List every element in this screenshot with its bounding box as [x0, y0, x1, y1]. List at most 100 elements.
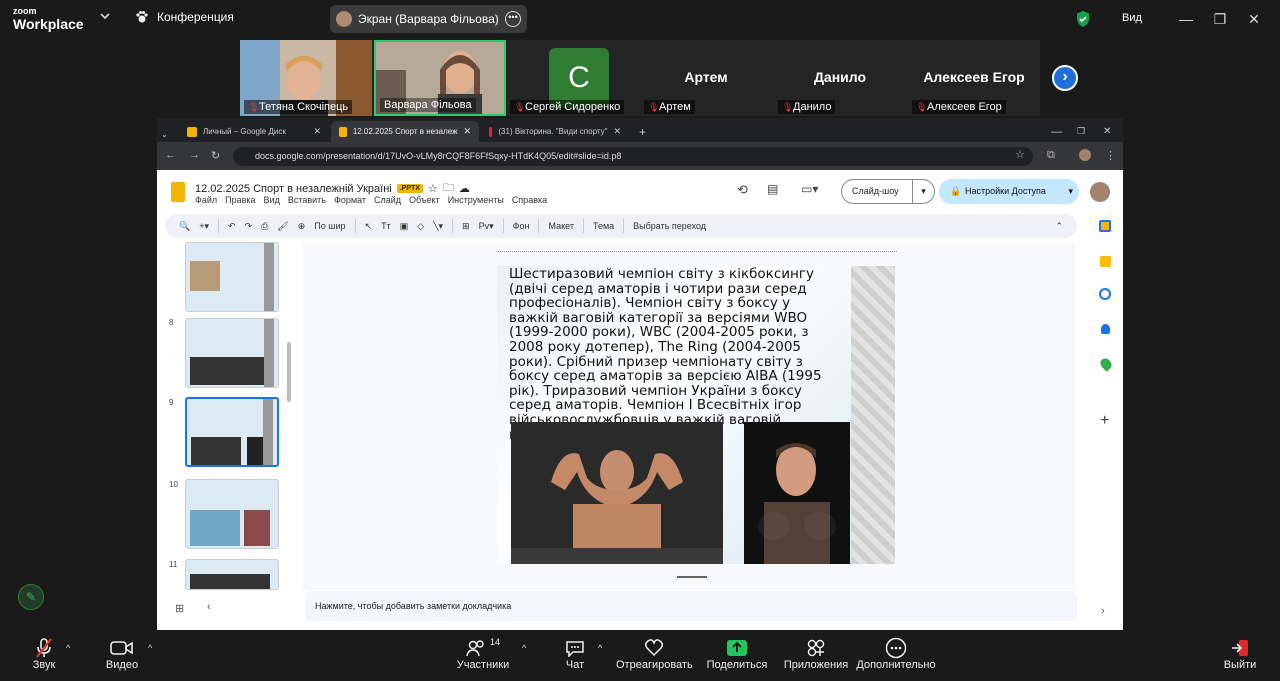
contacts-icon[interactable] — [1101, 324, 1110, 334]
slideshow-button[interactable]: Слайд-шоу ▾ — [841, 179, 935, 204]
chevron-down-icon[interactable]: ▾ — [1068, 179, 1073, 204]
tab-drive[interactable]: Личный – Google Диск ✕ — [179, 121, 329, 142]
profile-avatar[interactable] — [1079, 149, 1091, 161]
expand-side-panel-icon[interactable]: › — [1101, 605, 1105, 617]
view-button[interactable]: Вид — [1108, 12, 1142, 24]
line-icon[interactable]: ╲▾ — [433, 221, 443, 232]
chevron-up-icon[interactable]: ^ — [66, 643, 70, 653]
slide-thumbnail[interactable] — [185, 242, 279, 312]
chevron-down-icon[interactable] — [100, 12, 110, 20]
video-button[interactable]: Видео — [104, 637, 140, 671]
participant-tile[interactable]: С 🎙 Сергей Сидоренко — [506, 40, 638, 116]
back-icon[interactable]: ← — [165, 149, 176, 161]
slide-thumbnail-selected[interactable] — [185, 397, 279, 467]
filmstrip[interactable]: 8 9 10 11 — [157, 242, 297, 590]
avatar[interactable] — [1090, 182, 1110, 202]
background-button[interactable]: Фон — [513, 221, 530, 231]
menu-format[interactable]: Формат — [334, 195, 366, 205]
print-icon[interactable]: ⎙ — [261, 221, 268, 232]
textbox-icon[interactable]: Tт — [381, 221, 391, 231]
minimize-icon[interactable]: — — [1176, 9, 1196, 29]
history-icon[interactable]: ⟲ — [737, 182, 748, 198]
screen-share-indicator[interactable]: Экран (Варвара Фільова) ••• — [330, 5, 527, 33]
forward-icon[interactable]: → — [189, 149, 200, 161]
meeting-info-button[interactable]: Конференция — [135, 10, 234, 24]
comment-icon[interactable]: ▤ — [767, 182, 778, 196]
more-icon[interactable]: ••• — [505, 11, 521, 27]
chevron-up-icon[interactable]: ⌃ — [1055, 221, 1063, 232]
calendar-icon[interactable] — [1099, 220, 1111, 232]
grid-view-icon[interactable]: ⊞ — [175, 602, 184, 615]
transition-button[interactable]: Выбрать переход — [633, 221, 706, 231]
close-icon[interactable]: ✕ — [463, 126, 471, 137]
participant-tile[interactable]: Алексеев Егор 🎙 Алексеев Егор — [908, 40, 1040, 116]
chevron-up-icon[interactable]: ^ — [148, 643, 152, 653]
menu-insert[interactable]: Вставить — [288, 195, 326, 205]
close-icon[interactable]: ✕ — [1244, 9, 1264, 29]
participant-tile[interactable]: Артем 🎙 Артем — [640, 40, 772, 116]
url-input[interactable]: docs.google.com/presentation/d/17UvO-vLM… — [233, 147, 1033, 166]
menu-help[interactable]: Справка — [512, 195, 547, 205]
layout-button[interactable]: Макет — [548, 221, 573, 231]
maps-icon[interactable] — [1098, 356, 1114, 372]
menu-tools[interactable]: Инструменты — [448, 195, 504, 205]
annotate-pencil-icon[interactable]: ✎ — [18, 584, 44, 610]
close-icon[interactable]: ✕ — [313, 126, 321, 137]
minimize-icon[interactable]: — — [1043, 121, 1070, 142]
close-icon[interactable]: ✕ — [613, 126, 621, 137]
undo-icon[interactable]: ↶ — [228, 221, 236, 232]
zoom-select[interactable]: По шир — [314, 221, 345, 231]
filmstrip-scrollbar[interactable] — [287, 342, 291, 402]
extensions-icon[interactable]: ⧉ — [1047, 149, 1055, 162]
slides-logo-icon[interactable] — [171, 182, 185, 202]
audio-button[interactable]: Звук — [28, 637, 60, 671]
boxer-photo-2[interactable] — [744, 422, 850, 564]
select-icon[interactable]: ↖ — [365, 221, 373, 232]
slide-thumbnail[interactable] — [185, 479, 279, 549]
slide-text-box[interactable]: Шестиразовий чемпіон світу з кікбоксингу… — [509, 267, 839, 442]
slide-thumbnail[interactable] — [185, 318, 279, 388]
add-addon-icon[interactable]: + — [1100, 412, 1109, 430]
apps-button[interactable]: Приложения — [782, 637, 850, 671]
meet-icon[interactable]: ▭▾ — [801, 182, 818, 196]
share-button[interactable]: 🔒 Настройки Доступа ▾ — [939, 179, 1079, 204]
new-tab-button[interactable]: + — [631, 121, 654, 142]
participant-tile[interactable]: Данило 🎙 Данило — [774, 40, 906, 116]
star-icon[interactable]: ☆ — [428, 182, 438, 195]
chevron-up-icon[interactable]: ^ — [598, 643, 602, 653]
participant-tile[interactable]: 🎙 Тетяна Скочіпець — [240, 40, 372, 116]
more-icon[interactable]: ⋮ — [1105, 149, 1116, 162]
speaker-notes[interactable]: Нажмите, чтобы добавить заметки докладчи… — [305, 591, 1077, 621]
participants-button[interactable]: 14 Участники — [456, 637, 510, 671]
zoom-icon[interactable]: ⊕ — [298, 221, 306, 232]
boxer-photo-1[interactable] — [511, 422, 723, 564]
collapse-icon[interactable]: ‹ — [207, 601, 211, 613]
menu-view[interactable]: Вид — [264, 195, 280, 205]
menu-file[interactable]: Файл — [195, 195, 217, 205]
tab-slides[interactable]: 12.02.2025 Спорт в незалеж ✕ — [331, 121, 479, 142]
theme-button[interactable]: Тема — [593, 221, 614, 231]
tasks-icon[interactable] — [1099, 288, 1111, 300]
restore-icon[interactable]: ❐ — [1210, 9, 1230, 29]
reload-icon[interactable]: ↻ — [211, 149, 220, 162]
chat-button[interactable]: Чат — [560, 637, 590, 671]
restore-icon[interactable]: ❐ — [1069, 121, 1093, 142]
participant-tile-active[interactable]: Варвара Фільова — [374, 40, 506, 116]
shape-icon[interactable]: ◇ — [417, 221, 424, 232]
menu-object[interactable]: Объект — [409, 195, 440, 205]
react-button[interactable]: Отреагировать — [616, 637, 693, 671]
notes-resize-handle[interactable] — [677, 576, 707, 578]
redo-icon[interactable]: ↷ — [245, 221, 253, 232]
more-button[interactable]: Дополнительно — [856, 637, 936, 671]
current-slide[interactable]: Шестиразовий чемпіон світу з кікбоксингу… — [497, 266, 895, 564]
menu-slide[interactable]: Слайд — [374, 195, 401, 205]
add-icon[interactable]: +▾ — [199, 221, 209, 232]
image-icon[interactable]: ▣ — [400, 221, 409, 232]
menu-edit[interactable]: Правка — [225, 195, 255, 205]
chevron-down-icon[interactable]: ▾ — [912, 180, 934, 203]
paint-format-icon[interactable]: 🖌 — [277, 221, 288, 232]
share-screen-button[interactable]: Поделиться — [706, 637, 768, 671]
next-page-icon[interactable]: › — [1052, 65, 1078, 91]
leave-button[interactable]: Выйти — [1222, 637, 1258, 671]
chevron-up-icon[interactable]: ^ — [522, 643, 526, 653]
